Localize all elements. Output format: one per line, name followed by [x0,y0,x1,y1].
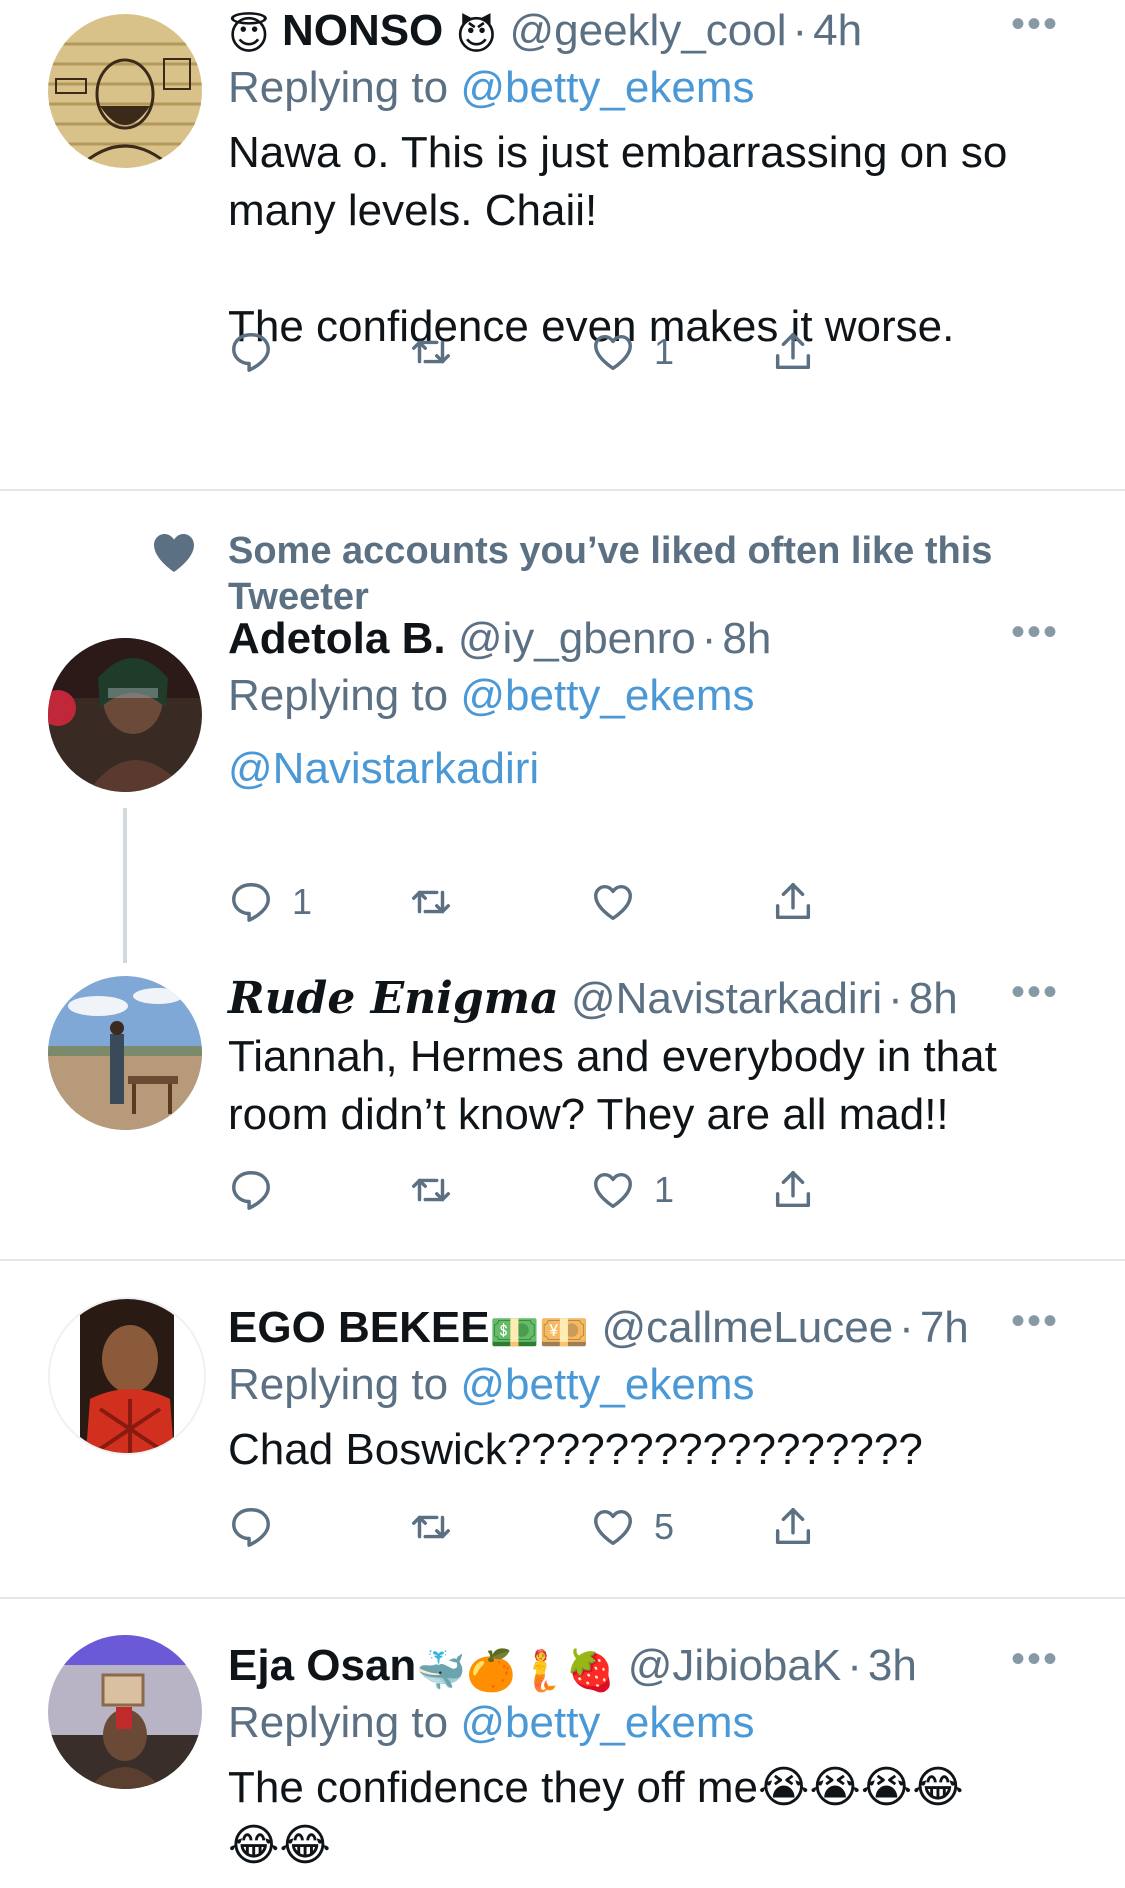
username[interactable]: @iy_gbenro [458,614,696,663]
name-emoji: 😈 [455,14,498,58]
reply-button[interactable] [228,322,292,382]
reply-count: 1 [292,881,313,922]
like-button[interactable] [590,872,636,932]
share-button[interactable] [770,1160,816,1220]
name-emoji: 🐳🍊🧜🍓 [416,1649,616,1693]
avatar[interactable] [48,638,202,792]
timestamp[interactable]: 4h [813,6,862,55]
avatar[interactable] [48,14,202,168]
display-name[interactable]: Adetola B. [228,614,446,663]
thread-line [123,808,127,963]
share-button[interactable] [770,1497,816,1557]
reply-icon [232,883,270,922]
avatar[interactable] [48,1635,202,1789]
avatar[interactable] [48,976,202,1130]
share-icon [775,883,811,920]
reply-icon [232,1171,270,1210]
display-name[interactable]: NONSO [282,6,443,55]
tweet-text: The confidence they off me😭😭😭😂 😂😂 [228,1763,964,1870]
mention-link[interactable]: @betty_ekems [460,1360,754,1409]
heart-icon [594,1509,632,1546]
share-icon [775,1171,811,1208]
like-count: 1 [654,331,675,372]
avatar[interactable] [48,1297,206,1455]
reply-button[interactable] [228,1160,274,1220]
like-button[interactable]: 1 [590,1160,674,1220]
tweet[interactable]: 😇 NONSO 😈 @geekly_cool · 4h ••• Replying t… [0,0,1125,408]
timestamp[interactable]: 8h [909,974,958,1023]
timestamp[interactable]: 3h [868,1641,917,1690]
tweet-text: @Navistarkadiri [228,740,1065,798]
retweet-button[interactable] [408,872,454,932]
tweet-actions: 1 [228,872,988,932]
more-icon[interactable]: ••• [1005,1301,1065,1355]
username[interactable]: @geekly_cool [509,6,786,55]
heart-icon [594,884,632,921]
timestamp[interactable]: 8h [722,614,771,663]
name-emoji: 😇 [228,14,270,58]
reply-icon [232,333,270,372]
mention-link[interactable]: @Navistarkadiri [228,744,539,793]
mention-link[interactable]: @betty_ekems [460,671,754,720]
tweet[interactable]: Rude Enigma @Navistarkadiri · 8h ••• Tiann… [0,960,1125,1260]
social-context: Some accounts you’ve liked often like th… [228,530,993,618]
mention-link[interactable]: @betty_ekems [460,63,754,112]
mention-link[interactable]: @betty_ekems [460,1698,754,1747]
like-count: 5 [654,1506,675,1547]
reply-button[interactable] [228,1497,274,1557]
display-name[interactable]: Eja Osan [228,1641,416,1690]
tweet[interactable]: EGO BEKEE💵💴 @callmeLucee · 7h ••• Replying… [0,1261,1125,1599]
username[interactable]: @JibiobaK [628,1641,841,1690]
heart-filled-icon [150,530,198,579]
replying-to: Replying to @betty_ekems [228,63,755,112]
name-emoji: 💵💴 [489,1311,590,1355]
more-icon[interactable]: ••• [1005,972,1065,1026]
retweet-icon [412,1178,450,1202]
username[interactable]: @callmeLucee [601,1303,893,1352]
more-icon[interactable]: ••• [1005,4,1065,58]
more-icon[interactable]: ••• [1005,612,1065,666]
tweet-header: Adetola B. @iy_gbenro · 8h ••• [228,612,1065,666]
username[interactable]: @Navistarkadiri [571,974,882,1023]
share-button[interactable] [770,872,816,932]
replying-to: Replying to @betty_ekems [228,1698,755,1747]
retweet-button[interactable] [408,322,472,382]
tweet-actions: 1 [228,1160,988,1220]
like-button[interactable]: 5 [590,1497,674,1557]
share-icon [775,1508,811,1545]
heart-icon [594,334,632,371]
tweet-text: Chad Boswick????????????????? [228,1425,923,1474]
reply-icon [232,1508,270,1547]
retweet-button[interactable] [408,1160,454,1220]
tweet-actions: 1 [228,322,988,382]
retweet-icon [412,1515,450,1539]
display-name[interactable]: EGO BEKEE [228,1303,490,1352]
tweet[interactable]: Eja Osan🐳🍊🧜🍓 @JibiobaK · 3h ••• Replying t… [0,1599,1125,1888]
like-count: 1 [654,1169,675,1210]
retweet-icon [412,890,450,914]
tweet-text: Tiannah, Hermes and everybody in that ro… [228,1032,997,1139]
retweet-button[interactable] [408,1497,454,1557]
tweet-header: Rude Enigma @Navistarkadiri · 8h ••• [228,972,1065,1026]
heart-icon [594,1172,632,1209]
tweet-header: 😇 NONSO 😈 @geekly_cool · 4h ••• [228,4,1065,58]
like-button[interactable]: 1 [590,322,674,382]
retweet-icon [412,340,450,364]
share-button[interactable] [770,322,816,382]
tweet[interactable]: Some accounts you’ve liked often like th… [0,490,1125,963]
share-icon [775,333,811,370]
tweet-actions: 5 [228,1497,988,1557]
tweet-header: EGO BEKEE💵💴 @callmeLucee · 7h ••• [228,1301,1065,1355]
timestamp[interactable]: 7h [920,1303,969,1352]
replying-to: Replying to @betty_ekems [228,1360,755,1409]
replying-to: Replying to @betty_ekems [228,671,755,720]
more-icon[interactable]: ••• [1005,1639,1065,1693]
tweet-header: Eja Osan🐳🍊🧜🍓 @JibiobaK · 3h ••• [228,1639,1065,1693]
display-name[interactable]: Rude Enigma [228,973,559,1024]
reply-button[interactable]: 1 [228,872,312,932]
